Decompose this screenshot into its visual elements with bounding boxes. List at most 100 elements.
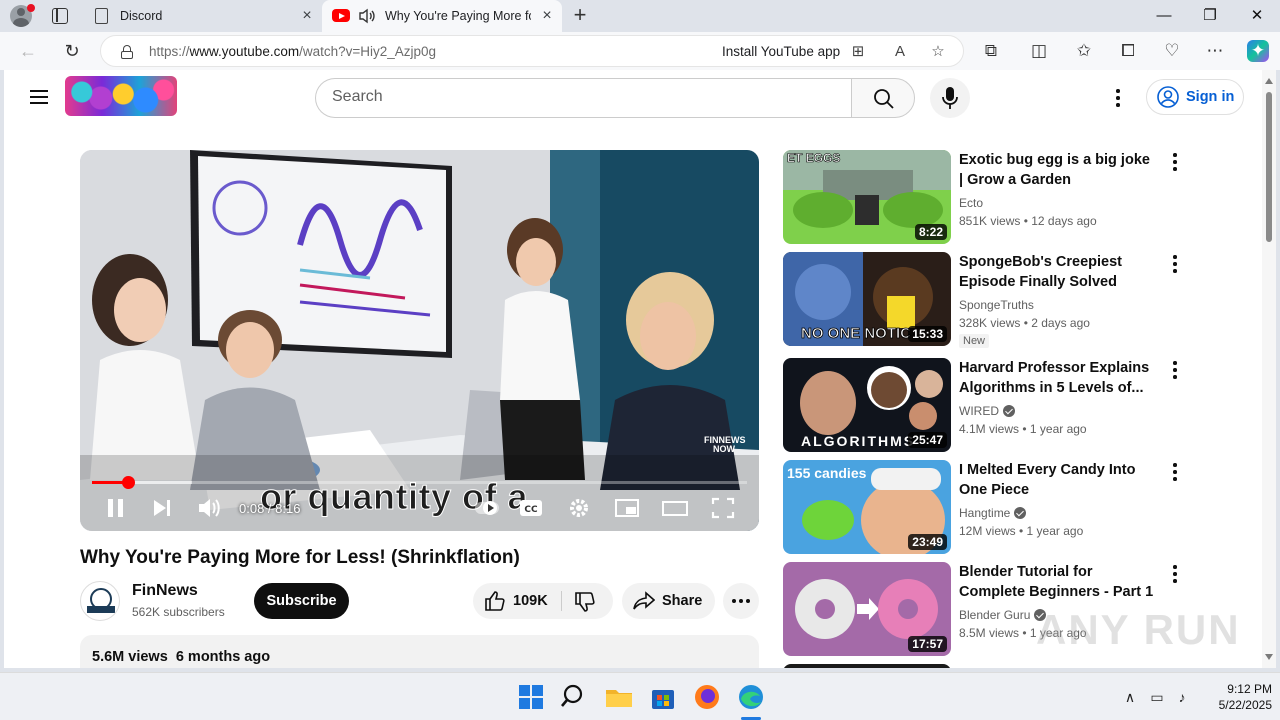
start-windows-icon[interactable] bbox=[515, 681, 547, 713]
recommended-channel[interactable]: SpongeTruths bbox=[959, 298, 1034, 312]
settings-more-icon[interactable]: ⋯ bbox=[1204, 40, 1226, 62]
video-duration: 23:49 bbox=[908, 534, 947, 550]
youtube-doodle-logo[interactable] bbox=[65, 76, 177, 116]
system-clock[interactable]: 9:12 PM 5/22/2025 bbox=[1196, 681, 1272, 713]
next-video-icon[interactable] bbox=[150, 494, 174, 522]
favorites-icon[interactable]: ✩ bbox=[1073, 40, 1095, 62]
close-tab-icon[interactable]: × bbox=[539, 8, 555, 24]
recommended-channel[interactable]: Hangtime bbox=[959, 506, 1027, 520]
recommended-video[interactable]: NO ONE NOTIC 15:33 SpongeBob's Creepiest… bbox=[783, 252, 1185, 348]
extensions-icon[interactable]: ⧉ bbox=[980, 40, 1002, 62]
sign-in-button[interactable]: Sign in bbox=[1146, 79, 1244, 115]
miniplayer-icon[interactable] bbox=[614, 494, 640, 522]
theater-mode-icon[interactable] bbox=[662, 494, 688, 522]
recommended-title[interactable]: Exotic bug egg is a big joke | Grow a Ga… bbox=[959, 150, 1155, 190]
read-aloud-icon[interactable]: A bbox=[891, 43, 909, 61]
subtitles-icon[interactable]: CC bbox=[518, 494, 544, 522]
install-app-label[interactable]: Install YouTube app bbox=[722, 44, 840, 59]
scrollbar-thumb[interactable] bbox=[1266, 92, 1272, 242]
menu-icon[interactable] bbox=[30, 90, 50, 106]
settings-gear-icon[interactable] bbox=[566, 494, 592, 522]
tab-discord[interactable]: Discord × bbox=[84, 0, 321, 32]
recommended-title[interactable]: SpongeBob's Creepiest Episode Finally So… bbox=[959, 252, 1155, 292]
show-hidden-icons[interactable]: ∧ bbox=[1120, 687, 1140, 707]
microsoft-store-icon[interactable] bbox=[647, 681, 679, 713]
tab-actions-icon[interactable] bbox=[52, 8, 68, 24]
url-text[interactable]: https://www.youtube.com/watch?v=Hiy2_Azj… bbox=[149, 44, 436, 59]
lock-icon[interactable] bbox=[121, 45, 133, 59]
file-explorer-icon[interactable] bbox=[603, 681, 635, 713]
video-thumbnail[interactable]: 17:57 bbox=[783, 562, 951, 656]
page-scrollbar[interactable] bbox=[1262, 70, 1276, 668]
recommended-meta: 12M views • 1 year ago bbox=[959, 524, 1084, 538]
audio-playing-icon[interactable] bbox=[358, 8, 376, 24]
back-icon[interactable]: ← bbox=[17, 40, 39, 62]
dislike-button[interactable] bbox=[562, 583, 613, 619]
pause-icon[interactable] bbox=[104, 494, 128, 522]
description-box[interactable]: 5.6M views 6 months ago bbox=[80, 635, 759, 668]
search-input[interactable] bbox=[332, 88, 832, 106]
video-thumbnail[interactable]: NO ONE NOTIC 15:33 bbox=[783, 252, 951, 346]
recommended-video[interactable]: ET EGGS 8:22 Exotic bug egg is a big jok… bbox=[783, 150, 1183, 244]
recommended-channel[interactable]: Ecto bbox=[959, 196, 983, 210]
browser-essentials-icon[interactable]: ♡ bbox=[1161, 40, 1183, 62]
video-options-icon[interactable] bbox=[1165, 564, 1185, 584]
favorite-star-icon[interactable]: ☆ bbox=[929, 43, 947, 61]
channel-avatar[interactable] bbox=[80, 581, 120, 621]
address-bar[interactable]: https://www.youtube.com/watch?v=Hiy2_Azj… bbox=[100, 35, 964, 67]
network-icon[interactable]: ▭ bbox=[1147, 687, 1167, 707]
account-icon bbox=[1157, 86, 1179, 108]
thumbs-up-icon bbox=[485, 591, 505, 611]
close-window-icon[interactable]: ✕ bbox=[1234, 0, 1280, 32]
firefox-icon[interactable] bbox=[691, 681, 723, 713]
split-screen-icon[interactable]: ◫ bbox=[1028, 40, 1050, 62]
video-thumbnail[interactable]: 155 candies 23:49 bbox=[783, 460, 951, 554]
video-thumbnail[interactable]: ALGORITHMS 25:47 bbox=[783, 358, 951, 452]
search-button[interactable] bbox=[851, 78, 915, 118]
copilot-icon[interactable]: ✦ bbox=[1247, 40, 1269, 62]
recommended-channel[interactable]: Blender Guru bbox=[959, 608, 1047, 622]
volume-icon[interactable] bbox=[196, 494, 222, 522]
collections-icon[interactable]: ⧠ bbox=[1117, 40, 1139, 62]
recommended-video-partial[interactable] bbox=[783, 664, 951, 668]
progress-bar[interactable] bbox=[92, 476, 747, 489]
recommended-video[interactable]: ALGORITHMS 25:47 Harvard Professor Expla… bbox=[783, 358, 1183, 452]
more-actions-button[interactable] bbox=[723, 583, 759, 619]
recommended-title[interactable]: Harvard Professor Explains Algorithms in… bbox=[959, 358, 1155, 398]
autoplay-toggle-icon[interactable] bbox=[474, 494, 500, 522]
scroll-down-icon[interactable] bbox=[1265, 654, 1273, 660]
app-install-icon[interactable]: ⊞ bbox=[849, 43, 867, 61]
new-tab-icon[interactable]: + bbox=[568, 4, 592, 28]
minimize-icon[interactable]: — bbox=[1141, 0, 1187, 32]
video-options-icon[interactable] bbox=[1165, 360, 1185, 380]
recommended-video[interactable]: 155 candies 23:49 I Melted Every Candy I… bbox=[783, 460, 1183, 554]
new-badge: New bbox=[959, 334, 990, 348]
more-horizontal-icon bbox=[732, 599, 750, 603]
taskbar-search-icon[interactable] bbox=[559, 681, 591, 713]
refresh-icon[interactable]: ↻ bbox=[61, 40, 83, 62]
recommended-title[interactable]: Blender Tutorial for Complete Beginners … bbox=[959, 562, 1155, 602]
restore-icon[interactable]: ❐ bbox=[1187, 0, 1233, 32]
tab-youtube[interactable]: Why You're Paying More for Less! (Shrink… bbox=[322, 0, 562, 32]
scroll-up-icon[interactable] bbox=[1265, 78, 1273, 84]
video-thumbnail[interactable]: ET EGGS 8:22 bbox=[783, 150, 951, 244]
video-options-icon[interactable] bbox=[1165, 254, 1185, 274]
edge-icon[interactable] bbox=[735, 681, 767, 713]
video-options-icon[interactable] bbox=[1165, 462, 1185, 482]
subscribe-button[interactable]: Subscribe bbox=[254, 583, 349, 619]
voice-search-button[interactable] bbox=[930, 78, 970, 118]
recommended-title[interactable]: I Melted Every Candy Into One Piece bbox=[959, 460, 1155, 500]
close-tab-icon[interactable]: × bbox=[299, 8, 315, 24]
fullscreen-icon[interactable] bbox=[710, 494, 736, 522]
video-options-icon[interactable] bbox=[1165, 152, 1185, 172]
video-player[interactable]: or quantity of a FINNEWS NOW 0:08 / 8:16… bbox=[80, 150, 759, 531]
share-button[interactable]: Share bbox=[622, 583, 715, 619]
settings-kebab-icon[interactable] bbox=[1108, 88, 1128, 108]
like-button[interactable]: 109K bbox=[473, 583, 561, 619]
recommended-channel[interactable]: WIRED bbox=[959, 404, 1015, 418]
clock-date: 5/22/2025 bbox=[1218, 698, 1272, 712]
sign-in-label: Sign in bbox=[1186, 89, 1235, 105]
volume-tray-icon[interactable]: ♪ bbox=[1172, 687, 1192, 707]
search-box[interactable] bbox=[315, 78, 852, 118]
channel-name[interactable]: FinNews bbox=[132, 582, 198, 600]
